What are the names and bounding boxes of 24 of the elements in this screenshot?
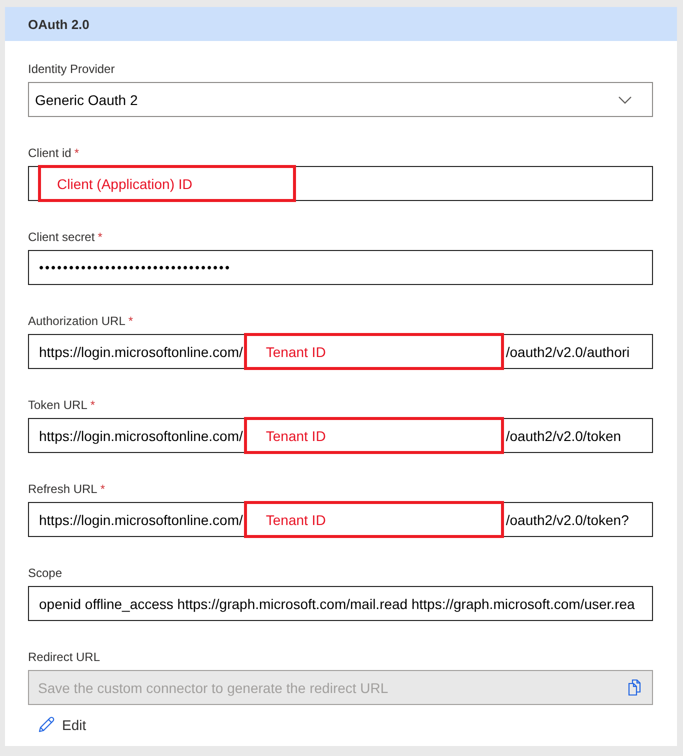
field-label: Identity Provider [28,61,116,77]
field-label: Scope [28,565,64,581]
annotation-callout: Tenant ID [244,417,504,454]
annotation-callout: Tenant ID [244,501,504,538]
url-field[interactable]: https://login.microsoftonline.com/ Tenant ID /oauth2/v2.0/token? [28,502,653,537]
text-field[interactable]: openid offline_access https://graph.microsoft.com/mail.read https://graph.microsoft.com/user.rea [28,586,653,621]
password-field[interactable]: •••••••••••••••••••••••••••••••• [28,250,653,285]
field-label: Client id * [28,145,80,161]
annotation-callout: Tenant ID [244,333,504,370]
field-label: Redirect URL [28,649,102,665]
edit-button[interactable]: Edit [28,715,86,735]
pencil-icon [37,716,55,734]
url-field[interactable]: https://login.microsoftonline.com/ Tenant ID /oauth2/v2.0/token [28,418,653,453]
section-title: OAuth 2.0 [28,16,90,32]
dropdown[interactable]: Generic Oauth 2 [28,82,653,117]
field-label: Authorization URL * [28,313,134,329]
field-label: Client secret * [28,229,104,245]
field-label: Refresh URL * [28,481,106,497]
url-field[interactable]: https://login.microsoftonline.com/ Tenant ID /oauth2/v2.0/authori [28,334,653,369]
annotation-callout: Client (Application) ID [38,165,296,202]
chevron-down-icon [618,96,632,104]
field-label: Token URL * [28,397,96,413]
text-field[interactable]: Client (Application) ID [28,166,653,201]
copy-icon[interactable] [628,679,641,696]
